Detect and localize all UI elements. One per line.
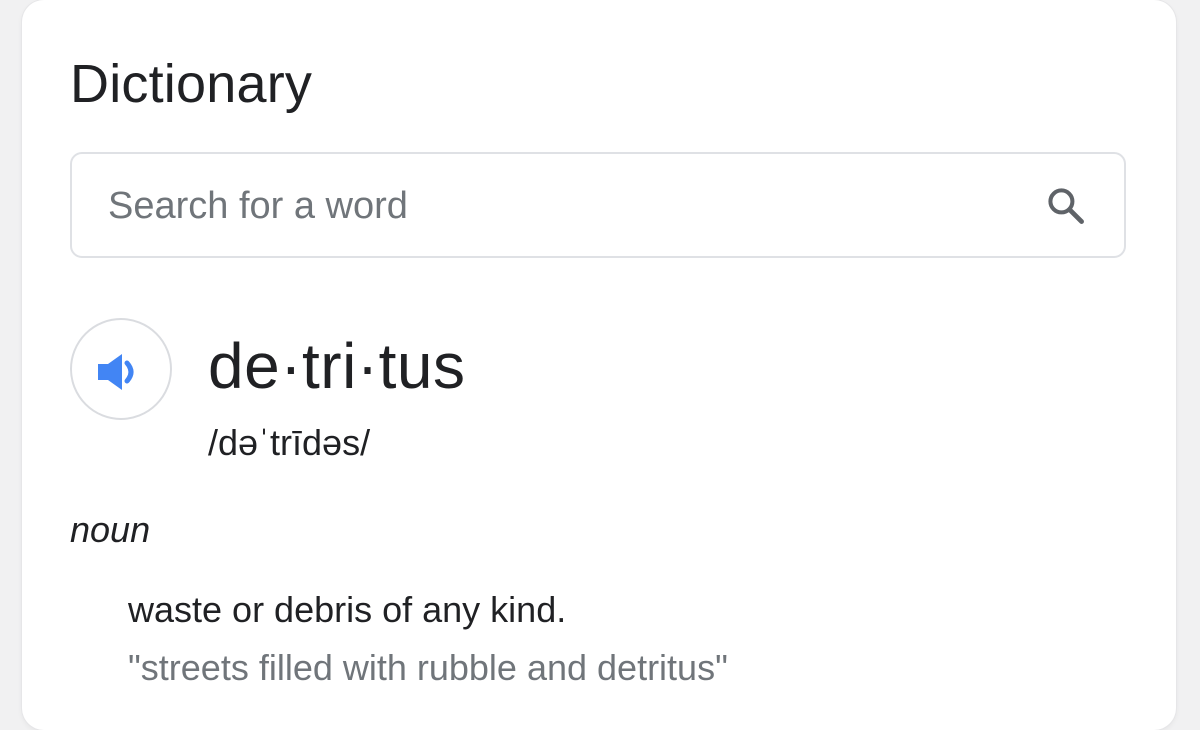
- pronunciation: /dəˈtrīdəs/: [208, 422, 371, 463]
- search-icon[interactable]: [1044, 184, 1088, 228]
- part-of-speech: noun: [70, 509, 151, 550]
- search-input[interactable]: [108, 178, 1008, 234]
- search-box[interactable]: [70, 152, 1126, 258]
- headword: de·tri·tus: [208, 330, 466, 402]
- card-title: Dictionary: [70, 54, 313, 114]
- definition: waste or debris of any kind.: [128, 589, 567, 630]
- pronounce-button[interactable]: [70, 318, 172, 420]
- example-sentence: "streets filled with rubble and detritus…: [128, 647, 728, 688]
- dictionary-card: Dictionary de·tri·tus /dəˈtrīdəs/ noun w…: [22, 0, 1176, 730]
- speaker-icon: [96, 350, 146, 394]
